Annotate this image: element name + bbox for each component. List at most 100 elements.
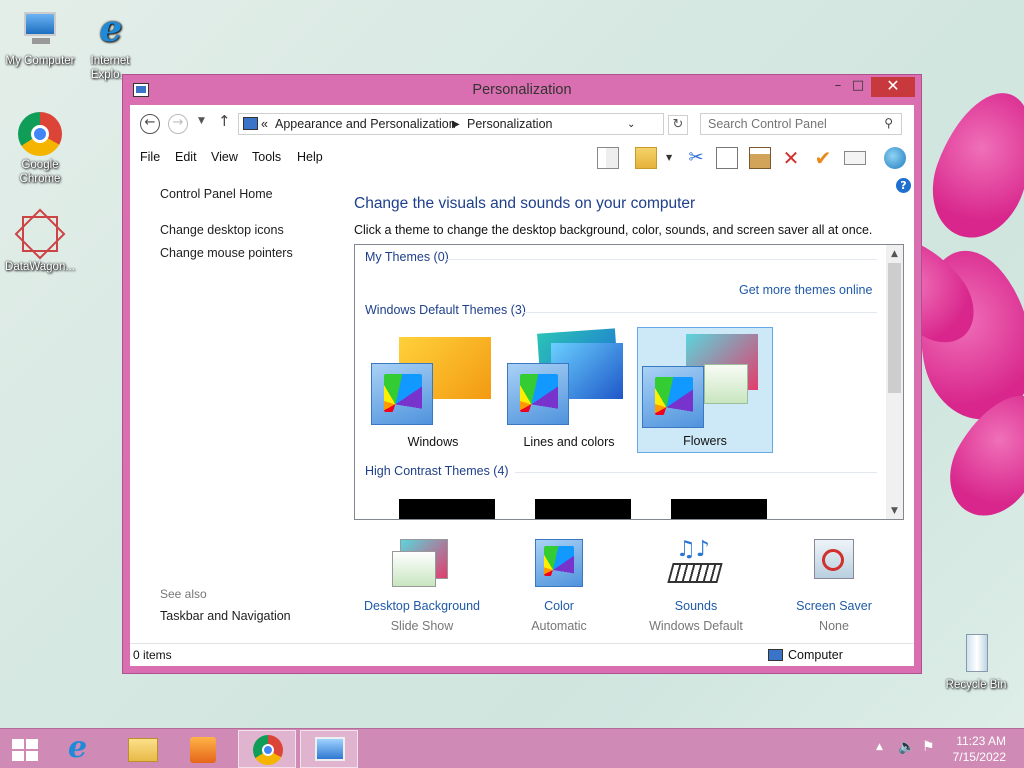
high-contrast-theme-preview[interactable] bbox=[671, 499, 767, 519]
volume-muted-icon[interactable]: 🔈 bbox=[898, 739, 915, 755]
desktop-icon-google-chrome[interactable]: Google Chrome bbox=[0, 112, 80, 186]
recent-pages-chevron-icon[interactable]: ▼ bbox=[198, 116, 205, 126]
chrome-icon bbox=[18, 112, 62, 156]
menu-edit[interactable]: Edit bbox=[175, 150, 197, 164]
delete-icon[interactable]: ✕ bbox=[780, 147, 802, 169]
group-high-contrast: High Contrast Themes (4) bbox=[365, 464, 509, 478]
forward-button[interactable]: → bbox=[168, 114, 188, 134]
theme-flowers-preview-front bbox=[704, 364, 748, 404]
crumb-personalization[interactable]: Personalization bbox=[467, 117, 552, 131]
status-bar: 0 items Computer bbox=[130, 643, 914, 666]
page-subtitle: Click a theme to change the desktop back… bbox=[354, 223, 873, 237]
scrollbar-thumb[interactable] bbox=[888, 263, 901, 393]
clock-date: 7/15/2022 bbox=[952, 750, 1006, 764]
control-panel-small-icon bbox=[243, 117, 258, 130]
close-button[interactable]: ✕ bbox=[871, 77, 915, 97]
high-contrast-theme-preview[interactable] bbox=[399, 499, 495, 519]
search-icon[interactable]: ⚲ bbox=[884, 116, 893, 130]
search-input[interactable] bbox=[701, 114, 871, 134]
high-contrast-theme-preview[interactable] bbox=[535, 499, 631, 519]
action-center-flag-icon[interactable]: ⚑ bbox=[922, 739, 935, 755]
title-bar[interactable]: Personalization – □ ✕ bbox=[123, 75, 921, 105]
screen-saver-icon bbox=[804, 537, 864, 593]
back-button[interactable]: ← bbox=[140, 114, 160, 134]
see-also-label: See also bbox=[160, 587, 207, 601]
desktop-icon-datawagon[interactable]: DataWagon... bbox=[0, 208, 80, 274]
option-desktop-background[interactable]: Desktop Background Slide Show bbox=[357, 537, 487, 633]
folder-icon bbox=[128, 738, 158, 762]
computer-icon bbox=[18, 8, 62, 52]
show-hidden-icons-chevron-icon[interactable]: ▲ bbox=[876, 742, 883, 752]
start-button[interactable] bbox=[0, 730, 58, 768]
address-dropdown-icon[interactable]: ⌄ bbox=[627, 119, 635, 130]
properties-check-icon[interactable]: ✔ bbox=[812, 147, 834, 169]
link-taskbar-navigation[interactable]: Taskbar and Navigation bbox=[160, 609, 291, 623]
media-player-icon bbox=[190, 737, 216, 763]
taskbar-internet-explorer[interactable]: e bbox=[54, 730, 112, 768]
folder-options-icon[interactable] bbox=[635, 147, 657, 169]
up-arrow-icon[interactable]: ↑ bbox=[218, 112, 231, 130]
recycle-bin-icon bbox=[954, 632, 998, 676]
internet-explorer-icon: e bbox=[68, 730, 88, 765]
rename-icon[interactable] bbox=[844, 151, 866, 165]
option-sounds[interactable]: ♫♪ Sounds Windows Default bbox=[631, 537, 761, 633]
personalization-window: Personalization – □ ✕ ← → ▼ ↑ « Appearan… bbox=[122, 74, 922, 674]
status-item-count: 0 items bbox=[133, 648, 172, 662]
menu-file[interactable]: File bbox=[140, 150, 160, 164]
option-screen-saver[interactable]: Screen Saver None bbox=[769, 537, 899, 633]
address-bar[interactable]: « Appearance and Personalization ▶ Perso… bbox=[238, 113, 664, 135]
menu-bar: File Edit View Tools Help ▼ ✂ ✕ ✔ ? bbox=[130, 143, 914, 193]
internet-explorer-icon: e bbox=[99, 8, 123, 50]
status-location: Computer bbox=[788, 648, 843, 662]
copy-icon[interactable] bbox=[716, 147, 738, 169]
system-clock[interactable]: 11:23 AM 7/15/2022 bbox=[953, 733, 1006, 765]
windows-logo-icon bbox=[12, 739, 38, 761]
address-overflow[interactable]: « bbox=[261, 117, 268, 131]
group-divider bbox=[447, 259, 877, 260]
window-title: Personalization bbox=[472, 82, 572, 98]
link-change-desktop-icons[interactable]: Change desktop icons bbox=[160, 223, 284, 237]
layout-pane-icon[interactable] bbox=[597, 147, 619, 169]
theme-lines-and-colors[interactable]: Lines and colors bbox=[501, 327, 637, 453]
themes-scrollbar[interactable]: ▲ ▼ bbox=[886, 245, 903, 519]
color-palette-icon bbox=[371, 363, 433, 425]
maximize-button[interactable]: □ bbox=[845, 77, 871, 97]
cut-icon[interactable]: ✂ bbox=[685, 147, 707, 169]
taskbar-media-player[interactable] bbox=[174, 730, 232, 768]
window-client: ← → ▼ ↑ « Appearance and Personalization… bbox=[130, 105, 914, 666]
group-divider bbox=[523, 312, 877, 313]
menu-view[interactable]: View bbox=[211, 150, 238, 164]
option-color[interactable]: Color Automatic bbox=[494, 537, 624, 633]
menu-tools[interactable]: Tools bbox=[252, 150, 281, 164]
scroll-down-icon[interactable]: ▼ bbox=[886, 506, 903, 516]
desktop-icon-recycle-bin[interactable]: Recycle Bin bbox=[936, 632, 1016, 692]
control-panel-icon bbox=[315, 737, 345, 761]
taskbar-file-explorer[interactable] bbox=[114, 730, 172, 768]
folder-options-dropdown-icon[interactable]: ▼ bbox=[666, 153, 672, 162]
desktop-icon-my-computer[interactable]: My Computer bbox=[0, 8, 80, 68]
theme-windows[interactable]: Windows bbox=[365, 327, 501, 453]
color-palette-icon bbox=[529, 537, 589, 593]
menu-help[interactable]: Help bbox=[297, 150, 323, 164]
crumb-separator-icon[interactable]: ▶ bbox=[452, 119, 460, 130]
taskbar-control-panel[interactable] bbox=[300, 730, 358, 768]
refresh-icon[interactable]: ↻ bbox=[668, 115, 688, 135]
globe-icon[interactable] bbox=[884, 147, 906, 169]
crumb-appearance[interactable]: Appearance and Personalization bbox=[275, 117, 456, 131]
desktop-icon-internet-explorer[interactable]: e Internet Explo... bbox=[78, 8, 142, 82]
group-default-themes: Windows Default Themes (3) bbox=[365, 303, 526, 317]
color-palette-icon bbox=[507, 363, 569, 425]
help-icon[interactable]: ? bbox=[896, 178, 911, 193]
taskbar-google-chrome[interactable] bbox=[238, 730, 296, 768]
search-box[interactable]: ⚲ bbox=[700, 113, 902, 135]
link-control-panel-home[interactable]: Control Panel Home bbox=[160, 187, 273, 201]
link-change-mouse-pointers[interactable]: Change mouse pointers bbox=[160, 246, 293, 260]
datawagon-icon bbox=[14, 208, 66, 260]
clock-time: 11:23 AM bbox=[956, 734, 1006, 748]
group-divider bbox=[515, 472, 877, 473]
get-more-themes-link[interactable]: Get more themes online bbox=[739, 283, 872, 297]
theme-flowers[interactable]: Flowers bbox=[637, 327, 773, 453]
desktop-background-icon bbox=[392, 537, 452, 593]
scroll-up-icon[interactable]: ▲ bbox=[886, 249, 903, 259]
paste-icon[interactable] bbox=[749, 147, 771, 169]
